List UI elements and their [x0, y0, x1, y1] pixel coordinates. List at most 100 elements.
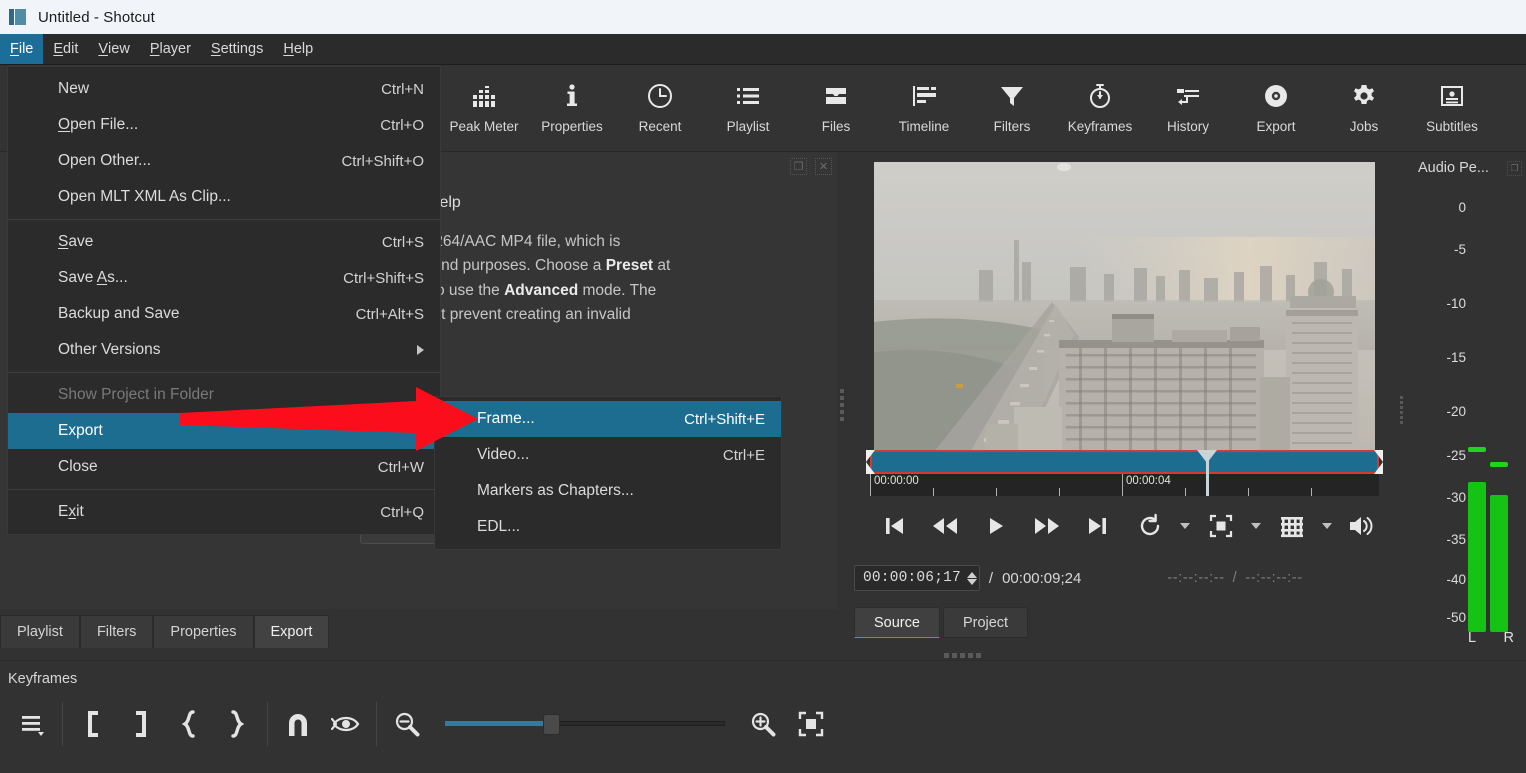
menu-hamburger-icon[interactable]	[8, 700, 56, 748]
toolbar-timeline-button[interactable]: Timeline	[880, 65, 968, 149]
player-tab-source[interactable]: Source	[854, 607, 940, 638]
timecode-stepper[interactable]	[967, 572, 977, 585]
splitter-grip-icon	[840, 389, 844, 421]
current-position-field[interactable]: 00:00:06;17	[854, 565, 980, 591]
grid-dropdown-button[interactable]	[1317, 506, 1337, 546]
zoom-in-icon[interactable]	[739, 700, 787, 748]
toolbar-recent-button[interactable]: Recent	[616, 65, 704, 149]
toolbar-history-button[interactable]: History	[1144, 65, 1232, 149]
toolbar-jobs-button[interactable]: Jobs	[1320, 65, 1408, 149]
toolbar-filters-button[interactable]: Filters	[968, 65, 1056, 149]
menu-item-label: Show Project in Folder	[58, 386, 214, 404]
menu-item-open-mlt-xml-as-clip[interactable]: Open MLT XML As Clip...	[8, 179, 440, 215]
submenu-item-edl[interactable]: EDL...	[435, 509, 781, 545]
menu-item-backup-and-save[interactable]: Backup and Save Ctrl+Alt+S	[8, 296, 440, 332]
dock-tab-playlist[interactable]: Playlist	[0, 615, 80, 648]
float-panel-icon[interactable]: ❐	[790, 158, 807, 175]
menu-item-close[interactable]: Close Ctrl+W	[8, 449, 440, 485]
submenu-item-markers-as-chapters[interactable]: Markers as Chapters...	[435, 473, 781, 509]
scrub-while-dragging-icon[interactable]	[322, 700, 370, 748]
toolbar-label: Keyframes	[1068, 119, 1133, 134]
toolbar-export-button[interactable]: Export	[1232, 65, 1320, 149]
player-selection-bar[interactable]	[870, 450, 1379, 474]
brace-out-icon[interactable]	[213, 700, 261, 748]
menu-item-open-file[interactable]: Open File... Ctrl+O	[8, 107, 440, 143]
toolbar-divider	[62, 702, 63, 746]
stepper-down-icon[interactable]	[967, 579, 977, 585]
grid-button[interactable]	[1266, 506, 1317, 546]
menu-item-label: EDL...	[477, 518, 520, 536]
list-icon	[733, 75, 763, 117]
play-button[interactable]	[970, 506, 1021, 546]
stepper-up-icon[interactable]	[967, 572, 977, 578]
brace-in-icon[interactable]	[165, 700, 213, 748]
menu-item-save[interactable]: Save Ctrl+S	[8, 224, 440, 260]
horizontal-splitter[interactable]	[944, 652, 984, 659]
scale-label: -25	[1446, 448, 1466, 463]
zoom-slider[interactable]	[445, 714, 725, 734]
peak-meter-icon	[469, 75, 499, 117]
fast-forward-button[interactable]	[1022, 506, 1073, 546]
toolbar-peak-meter-button[interactable]: Peak Meter	[440, 65, 528, 149]
bracket-out-icon[interactable]	[117, 700, 165, 748]
dock-tab-export[interactable]: Export	[254, 615, 330, 648]
menu-item-label: Export	[58, 422, 103, 440]
loop-dropdown-button[interactable]	[1175, 506, 1195, 546]
menu-item-open-other[interactable]: Open Other... Ctrl+Shift+O	[8, 143, 440, 179]
bracket-in-icon[interactable]	[69, 700, 117, 748]
video-preview[interactable]	[874, 162, 1375, 452]
toolbar-label: Files	[822, 119, 851, 134]
dock-tabbar: Playlist Filters Properties Export	[0, 612, 329, 648]
player-scrub-area[interactable]: 00:00:00 00:00:04	[866, 450, 1383, 496]
menu-view[interactable]: View	[88, 34, 139, 64]
scale-label: -50	[1446, 610, 1466, 625]
volume-button[interactable]	[1337, 506, 1388, 546]
rewind-button[interactable]	[919, 506, 970, 546]
vertical-splitter[interactable]	[838, 152, 846, 657]
history-undo-icon	[1173, 75, 1203, 117]
menu-item-exit[interactable]: Exit Ctrl+Q	[8, 494, 440, 530]
zoom-level-button[interactable]	[1195, 506, 1246, 546]
toolbar-files-button[interactable]: Files	[792, 65, 880, 149]
submenu-item-video[interactable]: Video... Ctrl+E	[435, 437, 781, 473]
submenu-item-frame[interactable]: Frame... Ctrl+Shift+E	[435, 401, 781, 437]
menu-player[interactable]: Player	[140, 34, 201, 64]
playhead[interactable]	[1206, 450, 1209, 496]
loop-button[interactable]	[1124, 506, 1175, 546]
menu-item-label: Save As...	[58, 269, 128, 287]
magnet-icon[interactable]	[274, 700, 322, 748]
float-panel-icon[interactable]: ❐	[1507, 161, 1522, 176]
zoom-out-icon[interactable]	[383, 700, 431, 748]
dock-tab-filters[interactable]: Filters	[80, 615, 153, 648]
menu-file[interactable]: File	[0, 34, 43, 64]
toolbar-playlist-button[interactable]: Playlist	[704, 65, 792, 149]
toolbar-subtitles-button[interactable]: Subtitles	[1408, 65, 1496, 149]
close-icon[interactable]: ✕	[815, 158, 832, 175]
menu-item-new[interactable]: New Ctrl+N	[8, 71, 440, 107]
menu-item-save-as[interactable]: Save As... Ctrl+Shift+S	[8, 260, 440, 296]
scale-label: -30	[1446, 490, 1466, 505]
toolbar-properties-button[interactable]: Properties	[528, 65, 616, 149]
menu-help[interactable]: Help	[273, 34, 323, 64]
toolbar-label: Timeline	[899, 119, 950, 134]
menu-item-shortcut: Ctrl+S	[382, 234, 424, 251]
menu-item-shortcut: Ctrl+O	[380, 117, 424, 134]
player-tab-project[interactable]: Project	[943, 607, 1028, 638]
toolbar-label: Export	[1256, 119, 1295, 134]
zoom-dropdown-button[interactable]	[1246, 506, 1266, 546]
menu-item-export[interactable]: Export	[8, 413, 440, 449]
menu-settings[interactable]: Settings	[201, 34, 273, 64]
toolbar-keyframes-button[interactable]: Keyframes	[1056, 65, 1144, 149]
menu-item-label: Frame...	[477, 410, 535, 428]
channel-label-left: L	[1468, 630, 1476, 646]
toolbar-divider	[376, 702, 377, 746]
skip-to-end-button[interactable]	[1073, 506, 1124, 546]
menu-item-other-versions[interactable]: Other Versions	[8, 332, 440, 368]
player-timecode-row: 00:00:06;17 / 00:00:09;24 --:--:--:-- / …	[854, 562, 1394, 594]
zoom-fit-icon[interactable]	[787, 700, 835, 748]
menu-edit[interactable]: Edit	[43, 34, 88, 64]
skip-to-start-button[interactable]	[868, 506, 919, 546]
dock-tab-properties[interactable]: Properties	[153, 615, 253, 648]
zoom-slider-handle[interactable]	[543, 714, 560, 735]
player-time-ruler[interactable]: 00:00:00 00:00:04	[870, 474, 1379, 496]
